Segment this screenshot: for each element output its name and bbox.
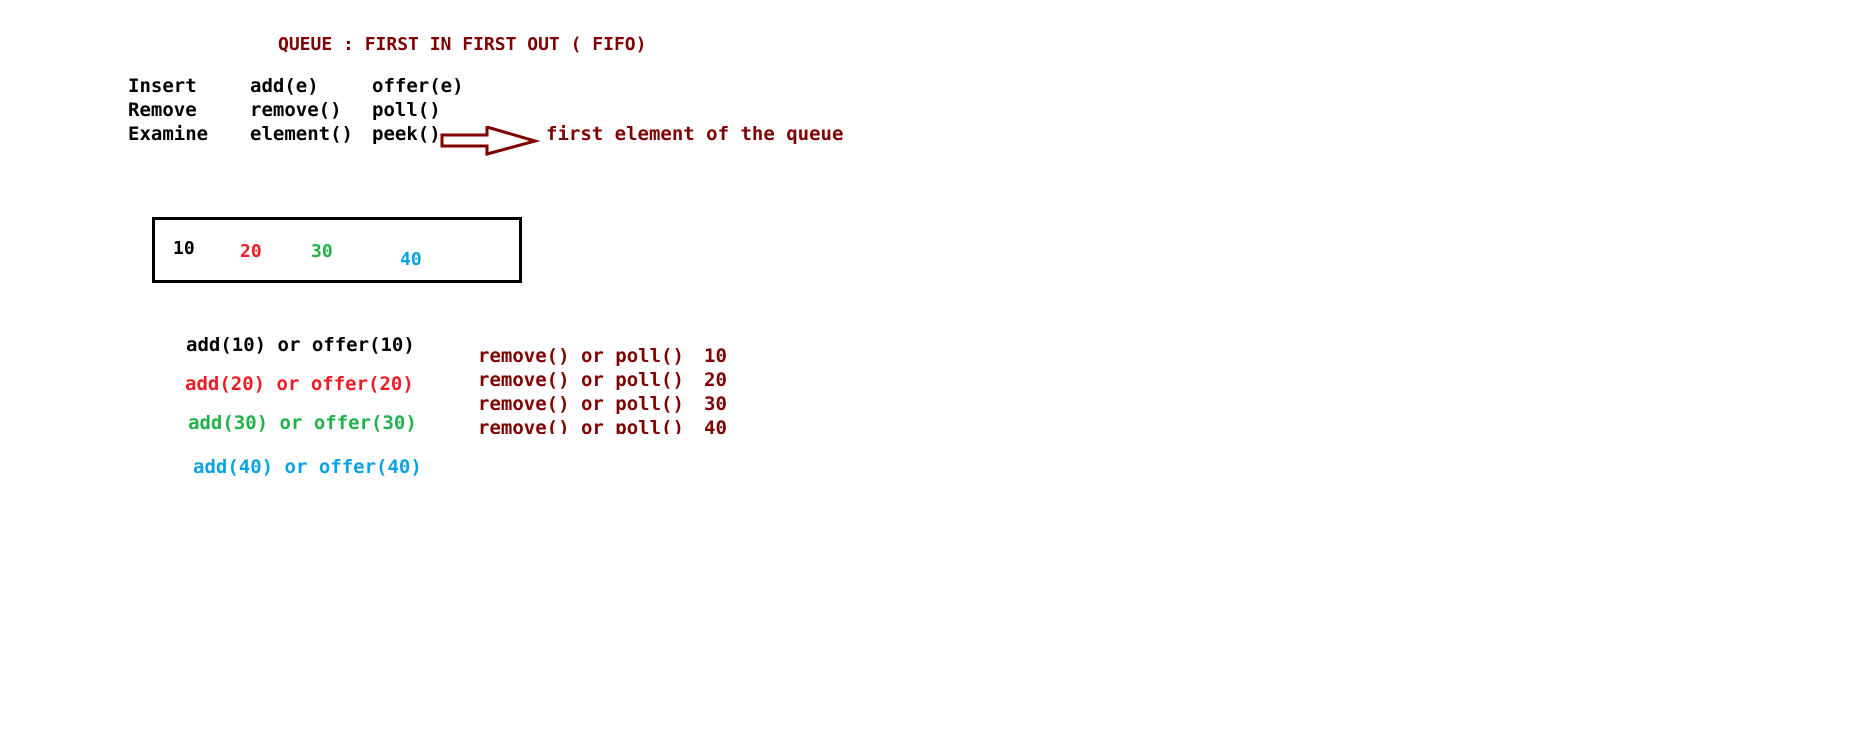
- queue-box: [152, 217, 522, 283]
- insert-call-30: add(30) or offer(30): [188, 412, 417, 434]
- op-returns-examine: peek(): [372, 123, 441, 145]
- queue-value-40: 40: [400, 249, 422, 270]
- remove-value-2: 20: [704, 369, 727, 391]
- queue-value-30: 30: [311, 241, 333, 262]
- arrow-note: first element of the queue: [546, 123, 844, 145]
- insert-call-20: add(20) or offer(20): [185, 373, 414, 395]
- remove-call-2: remove() or poll(): [478, 369, 684, 391]
- op-label-insert: Insert: [128, 75, 197, 97]
- remove-call-4: remove() or poll(): [478, 419, 684, 434]
- op-label-remove: Remove: [128, 99, 197, 121]
- insert-call-40: add(40) or offer(40): [193, 456, 422, 478]
- page-title: QUEUE : FIRST IN FIRST OUT ( FIFO): [278, 34, 647, 55]
- remove-value-4: 40: [704, 417, 727, 439]
- right-arrow-icon: [440, 126, 540, 156]
- op-throws-insert: add(e): [250, 75, 319, 97]
- remove-call-3: remove() or poll(): [478, 393, 684, 415]
- remove-value-3: 30: [704, 393, 727, 415]
- queue-value-10: 10: [173, 238, 195, 259]
- op-throws-remove: remove(): [250, 99, 342, 121]
- op-throws-examine: element(): [250, 123, 353, 145]
- remove-value-1: 10: [704, 345, 727, 367]
- remove-call-1: remove() or poll(): [478, 345, 684, 367]
- op-returns-remove: poll(): [372, 99, 441, 121]
- op-returns-insert: offer(e): [372, 75, 464, 97]
- op-label-examine: Examine: [128, 123, 209, 145]
- insert-call-10: add(10) or offer(10): [186, 334, 415, 356]
- queue-value-20: 20: [240, 241, 262, 262]
